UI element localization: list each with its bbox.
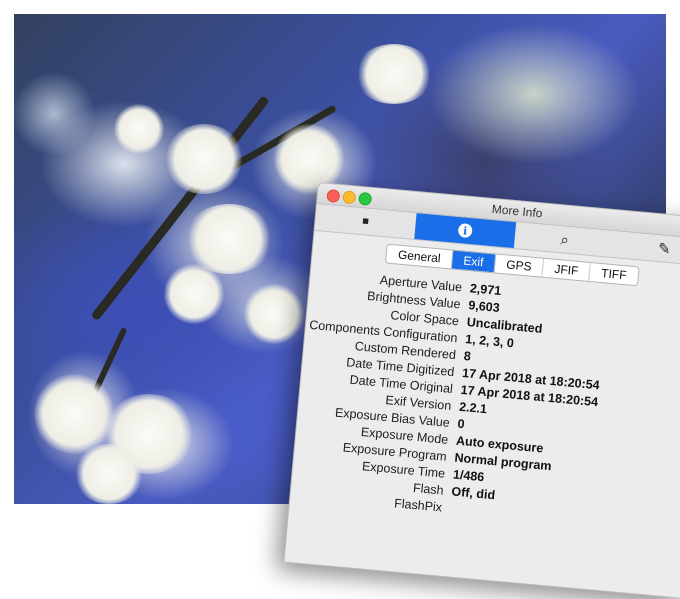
tab-general[interactable]: General xyxy=(386,244,454,269)
property-value: 2.2.1 xyxy=(458,399,488,416)
blossom xyxy=(244,284,304,344)
document-icon: ■ xyxy=(361,215,370,228)
info-icon: i xyxy=(457,222,473,239)
property-value: 2,971 xyxy=(469,280,502,298)
more-info-window: More Info ■ i ⌕ ✎ General Exif GPS JFIF … xyxy=(283,182,680,599)
exif-properties-list: Aperture Value 2,971 Brightness Value 9,60… xyxy=(290,263,680,538)
blossom xyxy=(34,374,114,454)
blossom xyxy=(114,104,164,154)
tab-exif[interactable]: Exif xyxy=(451,250,497,273)
tab-gps[interactable]: GPS xyxy=(494,254,545,277)
blossom xyxy=(164,124,244,194)
pencil-icon: ✎ xyxy=(657,239,672,259)
blossom xyxy=(354,44,434,104)
tab-tiff[interactable]: TIFF xyxy=(590,263,639,285)
blossom xyxy=(74,444,144,504)
property-value: 0 xyxy=(457,416,466,431)
property-value: 8 xyxy=(463,348,472,364)
search-icon: ⌕ xyxy=(559,230,570,249)
property-value: 1/486 xyxy=(452,466,485,484)
tab-jfif[interactable]: JFIF xyxy=(542,258,592,282)
blossom xyxy=(164,264,224,324)
property-value: 9,603 xyxy=(467,297,501,315)
